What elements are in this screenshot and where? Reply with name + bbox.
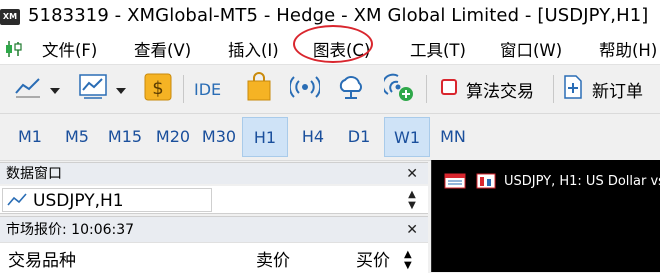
timeframe-m1[interactable]: M1 — [10, 117, 50, 157]
highlight-circle — [293, 25, 373, 63]
menu-window[interactable]: 窗口(W) — [500, 37, 562, 61]
timeframe-m5[interactable]: M5 — [57, 117, 97, 157]
algo-trading-label: 算法交易 — [466, 81, 534, 102]
market-watch-header: 市场报价: 10:06:37 ✕ — [0, 216, 428, 242]
broadcast-icon — [288, 75, 322, 103]
chart-candle-icon[interactable] — [4, 40, 24, 62]
timeframe-m15[interactable]: M15 — [101, 117, 149, 157]
new-order-icon — [562, 74, 584, 104]
chevron-down-icon[interactable] — [50, 80, 60, 99]
signals-button[interactable] — [288, 71, 322, 107]
indicators-button[interactable] — [78, 71, 126, 107]
column-bid[interactable]: 卖价 — [256, 246, 290, 271]
svg-text:$: $ — [152, 78, 163, 99]
menu-view[interactable]: 查看(V) — [134, 37, 191, 61]
timeframe-d1[interactable]: D1 — [336, 117, 382, 157]
window-title: 5183319 - XMGlobal-MT5 - Hedge - XM Glob… — [28, 5, 649, 26]
timeframe-m30[interactable]: M30 — [196, 117, 242, 157]
chevron-down-icon[interactable] — [116, 80, 126, 99]
community-button[interactable] — [381, 71, 414, 107]
line-chart-icon — [14, 75, 42, 103]
timeframe-h1[interactable]: H1 — [242, 117, 288, 157]
data-window-title: 数据窗口 — [6, 166, 62, 182]
menu-help[interactable]: 帮助(H) — [599, 37, 657, 61]
data-window-body: USDJPY,H1 — [0, 186, 428, 214]
chart-symbol-icon[interactable] — [476, 173, 496, 193]
algo-trading-button[interactable]: 算法交易 — [440, 71, 534, 107]
close-icon[interactable]: ✕ — [406, 163, 418, 185]
toolbar: $ IDE 算法交易 新订单 — [0, 65, 660, 114]
chart-title: USDJPY, H1: US Dollar vs — [504, 174, 660, 189]
scroll-up-icon[interactable]: ▲ ▼ — [404, 189, 420, 211]
menu-insert[interactable]: 插入(I) — [228, 37, 279, 61]
line-chart-icon — [7, 192, 27, 212]
ide-button[interactable]: IDE — [194, 71, 221, 107]
chart-type-button[interactable] — [14, 71, 60, 107]
community-plus-icon — [381, 72, 414, 106]
chart-window[interactable]: USDJPY, H1: US Dollar vs — [431, 160, 660, 272]
new-order-label: 新订单 — [592, 81, 643, 102]
market-watch-columns: 交易品种 卖价 买价 ▲ ▼ — [0, 242, 428, 273]
close-icon[interactable]: ✕ — [406, 217, 418, 243]
data-window-header: 数据窗口 ✕ — [0, 162, 428, 184]
timeframe-mn[interactable]: MN — [430, 117, 476, 157]
stop-square-icon — [440, 78, 458, 100]
cloud-icon — [336, 73, 366, 105]
new-order-button[interactable]: 新订单 — [562, 71, 643, 107]
market-watch-title: 市场报价: 10:06:37 — [6, 222, 135, 238]
timeframe-bar: M1 M5 M15 M20 M30 H1 H4 D1 W1 MN — [0, 114, 660, 161]
timeframe-h4[interactable]: H4 — [290, 117, 336, 157]
app-logo: XM — [0, 9, 20, 25]
shopping-bag-icon — [246, 72, 272, 106]
market-button[interactable] — [246, 71, 272, 107]
column-symbol[interactable]: 交易品种 — [8, 246, 76, 271]
vps-button[interactable] — [336, 71, 366, 107]
deposit-button[interactable]: $ — [144, 71, 172, 107]
timeframe-w1[interactable]: W1 — [384, 117, 430, 157]
dollar-icon: $ — [144, 73, 172, 105]
menu-tools[interactable]: 工具(T) — [410, 37, 466, 61]
symbol-select[interactable]: USDJPY,H1 — [2, 188, 212, 212]
menu-file[interactable]: 文件(F) — [42, 37, 97, 61]
scroll-up-icon[interactable]: ▲ ▼ — [404, 249, 412, 271]
column-ask[interactable]: 买价 — [356, 246, 390, 271]
trade-window-icon[interactable] — [444, 173, 466, 193]
timeframe-m20[interactable]: M20 — [150, 117, 196, 157]
symbol-value: USDJPY,H1 — [33, 191, 124, 211]
indicators-icon — [78, 73, 108, 105]
ide-label: IDE — [194, 79, 222, 99]
